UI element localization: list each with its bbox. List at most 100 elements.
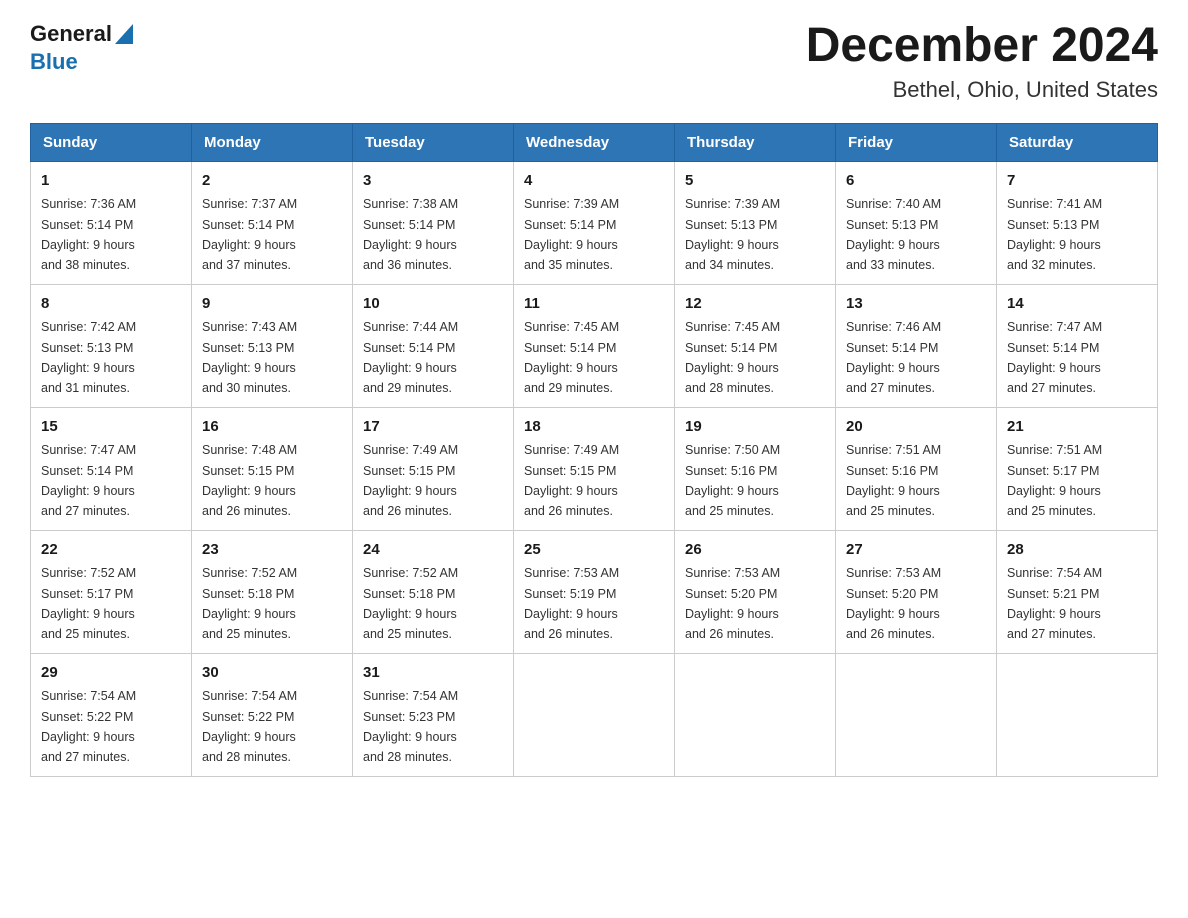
- day-number: 17: [363, 416, 503, 439]
- day-info: Sunrise: 7:54 AMSunset: 5:23 PMDaylight:…: [363, 689, 458, 764]
- day-number: 4: [524, 170, 664, 193]
- logo-triangle-icon: [115, 24, 133, 44]
- day-number: 22: [41, 539, 181, 562]
- day-info: Sunrise: 7:54 AMSunset: 5:22 PMDaylight:…: [41, 689, 136, 764]
- day-number: 15: [41, 416, 181, 439]
- day-number: 23: [202, 539, 342, 562]
- day-number: 3: [363, 170, 503, 193]
- day-info: Sunrise: 7:51 AMSunset: 5:16 PMDaylight:…: [846, 443, 941, 518]
- day-number: 9: [202, 293, 342, 316]
- day-info: Sunrise: 7:37 AMSunset: 5:14 PMDaylight:…: [202, 197, 297, 272]
- logo-general: General: [30, 21, 112, 47]
- calendar-cell: 4 Sunrise: 7:39 AMSunset: 5:14 PMDayligh…: [514, 161, 675, 284]
- day-header-tuesday: Tuesday: [353, 123, 514, 161]
- calendar-cell: 10 Sunrise: 7:44 AMSunset: 5:14 PMDaylig…: [353, 284, 514, 407]
- calendar-week-row: 8 Sunrise: 7:42 AMSunset: 5:13 PMDayligh…: [31, 284, 1158, 407]
- day-number: 18: [524, 416, 664, 439]
- day-header-friday: Friday: [836, 123, 997, 161]
- day-number: 25: [524, 539, 664, 562]
- day-header-monday: Monday: [192, 123, 353, 161]
- day-number: 7: [1007, 170, 1147, 193]
- calendar-cell: 20 Sunrise: 7:51 AMSunset: 5:16 PMDaylig…: [836, 407, 997, 530]
- calendar-cell: 3 Sunrise: 7:38 AMSunset: 5:14 PMDayligh…: [353, 161, 514, 284]
- day-info: Sunrise: 7:44 AMSunset: 5:14 PMDaylight:…: [363, 320, 458, 395]
- calendar-cell: 27 Sunrise: 7:53 AMSunset: 5:20 PMDaylig…: [836, 530, 997, 653]
- day-info: Sunrise: 7:52 AMSunset: 5:18 PMDaylight:…: [202, 566, 297, 641]
- day-header-saturday: Saturday: [997, 123, 1158, 161]
- day-info: Sunrise: 7:42 AMSunset: 5:13 PMDaylight:…: [41, 320, 136, 395]
- calendar-cell: 12 Sunrise: 7:45 AMSunset: 5:14 PMDaylig…: [675, 284, 836, 407]
- calendar-cell: 16 Sunrise: 7:48 AMSunset: 5:15 PMDaylig…: [192, 407, 353, 530]
- day-header-thursday: Thursday: [675, 123, 836, 161]
- calendar-cell: 24 Sunrise: 7:52 AMSunset: 5:18 PMDaylig…: [353, 530, 514, 653]
- calendar-cell: 1 Sunrise: 7:36 AMSunset: 5:14 PMDayligh…: [31, 161, 192, 284]
- calendar-cell: 30 Sunrise: 7:54 AMSunset: 5:22 PMDaylig…: [192, 653, 353, 776]
- calendar-cell: 15 Sunrise: 7:47 AMSunset: 5:14 PMDaylig…: [31, 407, 192, 530]
- day-info: Sunrise: 7:52 AMSunset: 5:18 PMDaylight:…: [363, 566, 458, 641]
- calendar-week-row: 15 Sunrise: 7:47 AMSunset: 5:14 PMDaylig…: [31, 407, 1158, 530]
- calendar-cell: 19 Sunrise: 7:50 AMSunset: 5:16 PMDaylig…: [675, 407, 836, 530]
- calendar-cell: 11 Sunrise: 7:45 AMSunset: 5:14 PMDaylig…: [514, 284, 675, 407]
- calendar-cell: 26 Sunrise: 7:53 AMSunset: 5:20 PMDaylig…: [675, 530, 836, 653]
- calendar-cell: 17 Sunrise: 7:49 AMSunset: 5:15 PMDaylig…: [353, 407, 514, 530]
- day-info: Sunrise: 7:49 AMSunset: 5:15 PMDaylight:…: [363, 443, 458, 518]
- day-info: Sunrise: 7:54 AMSunset: 5:22 PMDaylight:…: [202, 689, 297, 764]
- day-number: 30: [202, 662, 342, 685]
- day-info: Sunrise: 7:48 AMSunset: 5:15 PMDaylight:…: [202, 443, 297, 518]
- calendar-week-row: 22 Sunrise: 7:52 AMSunset: 5:17 PMDaylig…: [31, 530, 1158, 653]
- day-info: Sunrise: 7:45 AMSunset: 5:14 PMDaylight:…: [524, 320, 619, 395]
- day-number: 14: [1007, 293, 1147, 316]
- day-info: Sunrise: 7:45 AMSunset: 5:14 PMDaylight:…: [685, 320, 780, 395]
- calendar-cell: 18 Sunrise: 7:49 AMSunset: 5:15 PMDaylig…: [514, 407, 675, 530]
- calendar-cell: 23 Sunrise: 7:52 AMSunset: 5:18 PMDaylig…: [192, 530, 353, 653]
- day-info: Sunrise: 7:51 AMSunset: 5:17 PMDaylight:…: [1007, 443, 1102, 518]
- day-info: Sunrise: 7:39 AMSunset: 5:13 PMDaylight:…: [685, 197, 780, 272]
- logo-blue: Blue: [30, 49, 78, 74]
- day-number: 10: [363, 293, 503, 316]
- calendar-cell: 9 Sunrise: 7:43 AMSunset: 5:13 PMDayligh…: [192, 284, 353, 407]
- day-info: Sunrise: 7:54 AMSunset: 5:21 PMDaylight:…: [1007, 566, 1102, 641]
- title-area: December 2024 Bethel, Ohio, United State…: [806, 20, 1158, 103]
- calendar-cell: 7 Sunrise: 7:41 AMSunset: 5:13 PMDayligh…: [997, 161, 1158, 284]
- day-info: Sunrise: 7:46 AMSunset: 5:14 PMDaylight:…: [846, 320, 941, 395]
- calendar-week-row: 1 Sunrise: 7:36 AMSunset: 5:14 PMDayligh…: [31, 161, 1158, 284]
- day-info: Sunrise: 7:43 AMSunset: 5:13 PMDaylight:…: [202, 320, 297, 395]
- logo: General Blue: [30, 20, 133, 75]
- day-info: Sunrise: 7:50 AMSunset: 5:16 PMDaylight:…: [685, 443, 780, 518]
- day-info: Sunrise: 7:53 AMSunset: 5:20 PMDaylight:…: [846, 566, 941, 641]
- day-number: 29: [41, 662, 181, 685]
- page-header: General Blue December 2024 Bethel, Ohio,…: [30, 20, 1158, 103]
- calendar-cell: 2 Sunrise: 7:37 AMSunset: 5:14 PMDayligh…: [192, 161, 353, 284]
- day-info: Sunrise: 7:38 AMSunset: 5:14 PMDaylight:…: [363, 197, 458, 272]
- day-header-sunday: Sunday: [31, 123, 192, 161]
- day-info: Sunrise: 7:41 AMSunset: 5:13 PMDaylight:…: [1007, 197, 1102, 272]
- calendar-cell: [514, 653, 675, 776]
- calendar-cell: 31 Sunrise: 7:54 AMSunset: 5:23 PMDaylig…: [353, 653, 514, 776]
- day-info: Sunrise: 7:53 AMSunset: 5:20 PMDaylight:…: [685, 566, 780, 641]
- day-header-wednesday: Wednesday: [514, 123, 675, 161]
- day-info: Sunrise: 7:49 AMSunset: 5:15 PMDaylight:…: [524, 443, 619, 518]
- calendar-cell: 14 Sunrise: 7:47 AMSunset: 5:14 PMDaylig…: [997, 284, 1158, 407]
- calendar-cell: 28 Sunrise: 7:54 AMSunset: 5:21 PMDaylig…: [997, 530, 1158, 653]
- day-number: 21: [1007, 416, 1147, 439]
- day-number: 13: [846, 293, 986, 316]
- day-info: Sunrise: 7:39 AMSunset: 5:14 PMDaylight:…: [524, 197, 619, 272]
- day-number: 6: [846, 170, 986, 193]
- month-title: December 2024: [806, 20, 1158, 73]
- calendar-cell: 8 Sunrise: 7:42 AMSunset: 5:13 PMDayligh…: [31, 284, 192, 407]
- day-number: 24: [363, 539, 503, 562]
- day-info: Sunrise: 7:47 AMSunset: 5:14 PMDaylight:…: [41, 443, 136, 518]
- day-number: 31: [363, 662, 503, 685]
- day-info: Sunrise: 7:40 AMSunset: 5:13 PMDaylight:…: [846, 197, 941, 272]
- day-info: Sunrise: 7:53 AMSunset: 5:19 PMDaylight:…: [524, 566, 619, 641]
- calendar-cell: 29 Sunrise: 7:54 AMSunset: 5:22 PMDaylig…: [31, 653, 192, 776]
- calendar-cell: 22 Sunrise: 7:52 AMSunset: 5:17 PMDaylig…: [31, 530, 192, 653]
- day-number: 12: [685, 293, 825, 316]
- day-number: 11: [524, 293, 664, 316]
- day-number: 26: [685, 539, 825, 562]
- calendar-table: SundayMondayTuesdayWednesdayThursdayFrid…: [30, 123, 1158, 777]
- day-number: 5: [685, 170, 825, 193]
- calendar-cell: 21 Sunrise: 7:51 AMSunset: 5:17 PMDaylig…: [997, 407, 1158, 530]
- day-info: Sunrise: 7:47 AMSunset: 5:14 PMDaylight:…: [1007, 320, 1102, 395]
- calendar-cell: 6 Sunrise: 7:40 AMSunset: 5:13 PMDayligh…: [836, 161, 997, 284]
